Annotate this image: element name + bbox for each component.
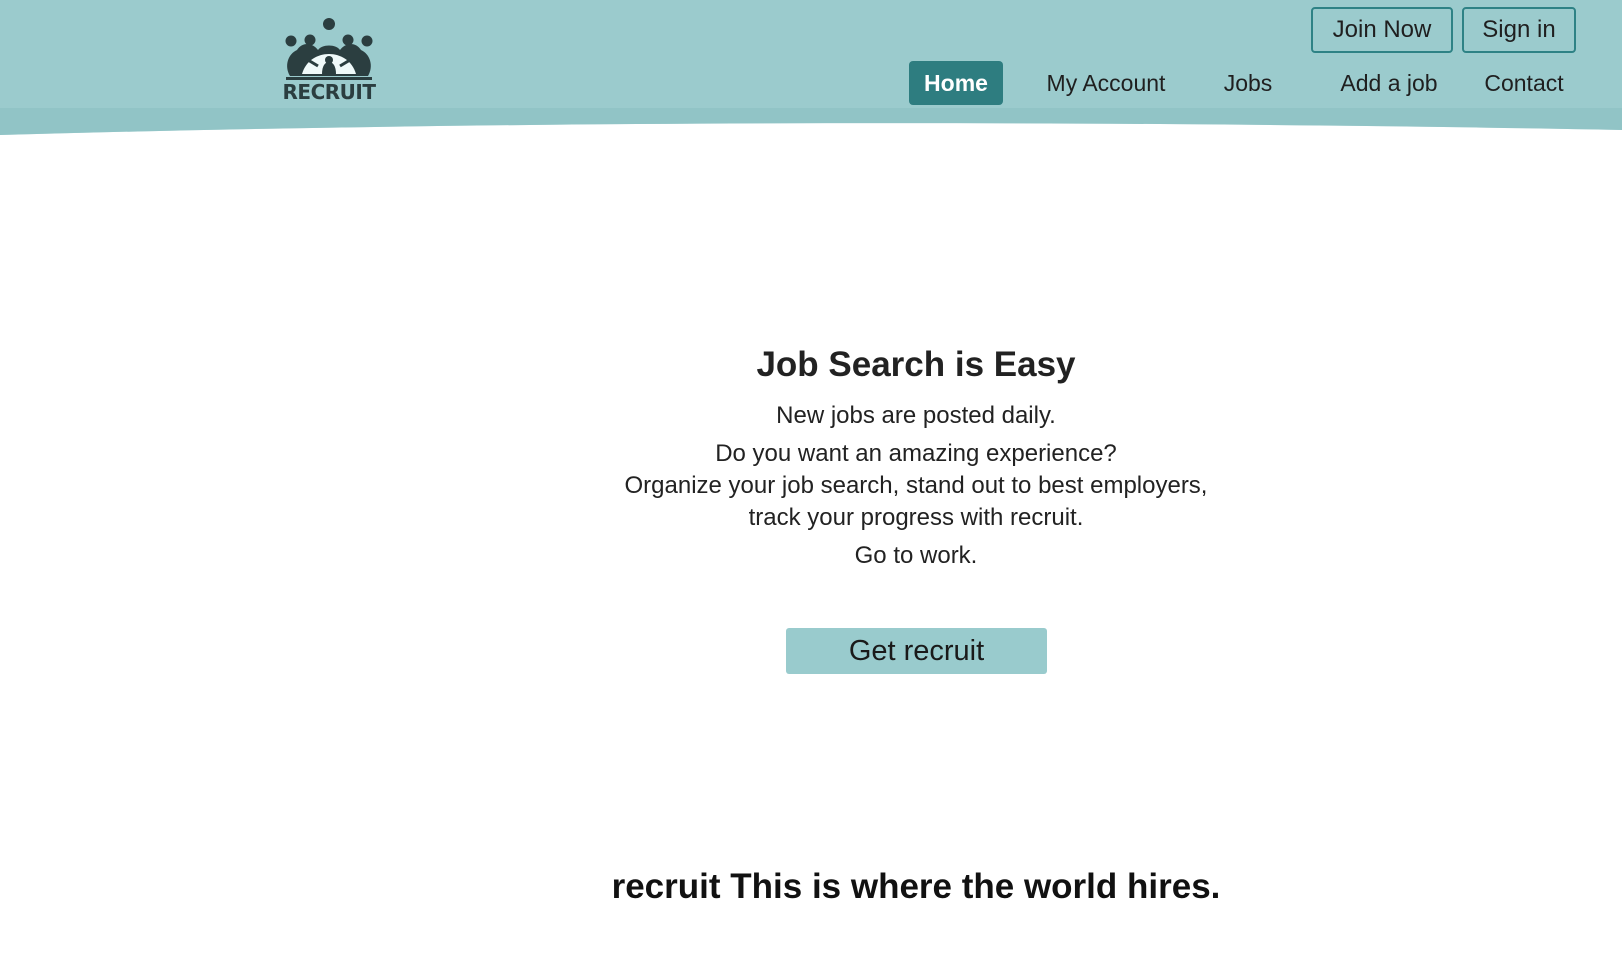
hero-paragraph: Do you want an amazing experience? Organ… <box>560 438 1272 534</box>
nav-item-contact[interactable]: Contact <box>1474 61 1574 105</box>
tagline-text: This is where the world hires. <box>730 867 1221 906</box>
hero-title: Job Search is Easy <box>756 345 1076 384</box>
nav-item-my-account[interactable]: My Account <box>1038 61 1174 105</box>
hero-line-track: track your progress with recruit. <box>748 504 1084 531</box>
get-recruit-button[interactable]: Get recruit <box>786 628 1047 674</box>
tagline-brand: recruit <box>611 867 721 906</box>
hero-line-daily: New jobs are posted daily. <box>776 402 1056 429</box>
join-now-button[interactable]: Join Now <box>1311 7 1453 53</box>
nav-item-home[interactable]: Home <box>909 61 1003 105</box>
nav-item-add-a-job[interactable]: Add a job <box>1322 61 1456 105</box>
site-header: RECRUIT Join Now Sign in Home My Account… <box>0 0 1622 140</box>
hero-section: Job Search is Easy New jobs are posted d… <box>560 340 1272 572</box>
nav-item-jobs[interactable]: Jobs <box>1218 61 1278 105</box>
hero-line-organize: Organize your job search, stand out to b… <box>624 472 1208 499</box>
hero-line-question: Do you want an amazing experience? <box>715 440 1117 467</box>
sign-in-button[interactable]: Sign in <box>1462 7 1576 53</box>
hero-line-go-to-work: Go to work. <box>854 542 978 569</box>
tagline: recruit This is where the world hires. <box>500 862 1332 912</box>
main-nav: Home My Account Jobs Add a job Contact <box>0 61 1622 105</box>
